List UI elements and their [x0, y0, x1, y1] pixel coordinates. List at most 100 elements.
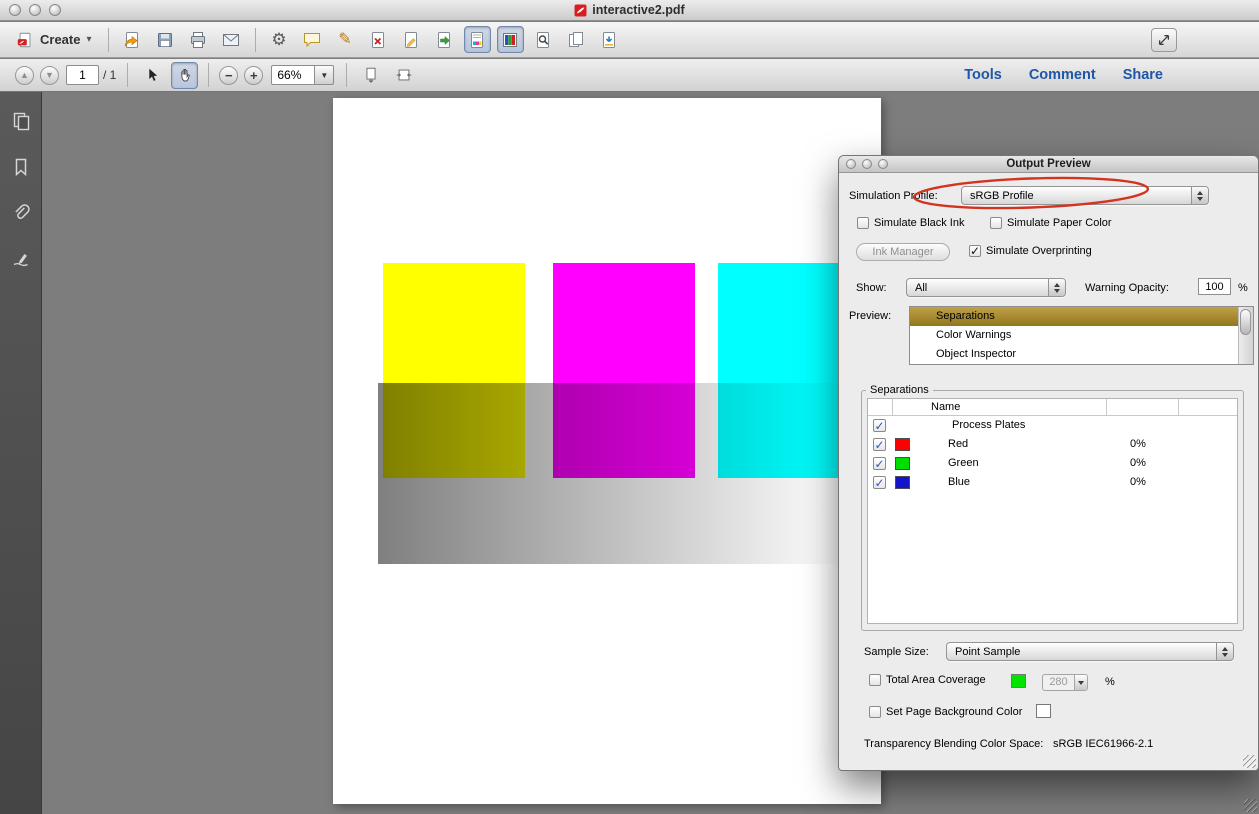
maximize-button[interactable] [49, 4, 61, 16]
separation-checkbox[interactable]: ✓ [873, 419, 886, 432]
dialog-maximize-button[interactable] [878, 159, 888, 169]
simulation-profile-select[interactable]: sRGB Profile [961, 186, 1209, 205]
blending-space-label: Transparency Blending Color Space: [864, 738, 1044, 750]
select-tool-icon[interactable] [138, 62, 165, 89]
separations-group: Separations Name ✓ Process Plates ✓ Red … [861, 384, 1244, 631]
tac-dropdown-icon [1074, 675, 1087, 690]
previous-page-button[interactable]: ▲ [15, 65, 34, 85]
preview-item-separations[interactable]: Separations [910, 307, 1253, 326]
tac-color-swatch[interactable] [1011, 674, 1026, 688]
toolbar-separator [208, 63, 210, 87]
separation-row-green[interactable]: ✓ Green 0% [868, 454, 1237, 473]
checkbox-box [869, 706, 881, 718]
fit-width-icon[interactable] [390, 62, 417, 89]
hand-tool-icon[interactable] [171, 61, 199, 89]
attachments-icon[interactable] [0, 196, 42, 230]
separation-row-red[interactable]: ✓ Red 0% [868, 435, 1237, 454]
tac-value: 280 [1049, 676, 1068, 688]
separation-row-blue[interactable]: ✓ Blue 0% [868, 473, 1237, 492]
window-titlebar: interactive2.pdf [0, 0, 1259, 21]
create-button[interactable]: Create ▾ [10, 28, 101, 52]
dialog-titlebar[interactable]: Output Preview [839, 156, 1258, 173]
signatures-icon[interactable] [0, 242, 42, 276]
total-area-coverage-checkbox[interactable]: Total Area Coverage [869, 674, 986, 686]
preview-label: Preview: [849, 310, 892, 322]
navigation-toolbar: ▲ ▼ / 1 − + 66% ▼ Tools Comment Share [0, 59, 1259, 92]
separation-row-process-plates[interactable]: ✓ Process Plates [868, 416, 1237, 435]
tools-link[interactable]: Tools [964, 67, 1002, 83]
close-button[interactable] [9, 4, 21, 16]
green-color-swatch [895, 457, 910, 470]
separation-value: 0% [1130, 438, 1146, 450]
preview-list-scrollbar[interactable] [1238, 307, 1253, 364]
next-page-button[interactable]: ▼ [40, 65, 59, 85]
separations-table-header: Name [868, 399, 1237, 416]
minimize-button[interactable] [29, 4, 41, 16]
print-production-icon[interactable] [463, 26, 491, 53]
copy-pages-icon[interactable] [563, 26, 590, 53]
print-icon[interactable] [185, 26, 212, 53]
simulate-black-ink-label: Simulate Black Ink [874, 217, 965, 229]
dialog-window-controls [839, 159, 888, 169]
simulate-black-ink-checkbox[interactable]: Simulate Black Ink [857, 217, 964, 229]
separation-value: 0% [1130, 457, 1146, 469]
preflight-search-icon[interactable] [530, 26, 557, 53]
document-filename: interactive2.pdf [592, 3, 685, 17]
open-file-icon[interactable] [119, 26, 146, 53]
zoom-out-button[interactable]: − [219, 65, 239, 85]
zoom-in-button[interactable]: + [244, 65, 264, 85]
window-resize-grip[interactable] [1244, 799, 1257, 812]
separation-value: 0% [1130, 476, 1146, 488]
expand-toolbar-icon[interactable] [1151, 27, 1177, 52]
comment-bubble-icon[interactable] [299, 26, 326, 53]
simulate-overprinting-label: Simulate Overprinting [986, 245, 1092, 257]
page-count-label: / 1 [103, 68, 117, 82]
separation-checkbox[interactable]: ✓ [873, 457, 886, 470]
ink-manager-button[interactable]: Ink Manager [856, 243, 950, 261]
zoom-level-value[interactable]: 66% [271, 65, 316, 85]
sample-size-select[interactable]: Point Sample [946, 642, 1234, 661]
gray-gradient-band [378, 383, 881, 564]
scroll-mode-icon[interactable] [357, 62, 384, 89]
page-delete-icon[interactable] [365, 26, 392, 53]
separations-table: Name ✓ Process Plates ✓ Red 0% ✓ Green 0… [867, 398, 1238, 624]
tac-unit: % [1105, 676, 1115, 688]
separation-checkbox[interactable]: ✓ [873, 476, 886, 489]
output-preview-icon[interactable] [496, 26, 524, 53]
warning-opacity-input[interactable] [1198, 278, 1231, 295]
page-background-color-swatch[interactable] [1036, 704, 1051, 718]
email-icon[interactable] [218, 26, 245, 53]
page-save-other-icon[interactable] [596, 26, 623, 53]
set-page-background-checkbox[interactable]: Set Page Background Color [869, 706, 1022, 718]
sign-pen-icon[interactable]: ✎ [332, 26, 359, 53]
acrobat-window: interactive2.pdf Create ▾ ⚙ ✎ ▲ ▼ 1 / 1 … [0, 0, 1259, 814]
page-export-icon[interactable] [431, 26, 458, 53]
window-controls [0, 4, 61, 16]
page-edit-icon[interactable] [398, 26, 425, 53]
bookmarks-icon[interactable] [0, 150, 42, 184]
total-area-coverage-label: Total Area Coverage [886, 674, 986, 686]
zoom-dropdown-button[interactable]: ▼ [315, 65, 335, 85]
save-icon[interactable] [152, 26, 179, 53]
tac-value-select[interactable]: 280 [1042, 674, 1088, 691]
dialog-resize-grip[interactable] [1243, 755, 1256, 768]
simulate-overprinting-checkbox[interactable]: ✓ Simulate Overprinting [969, 245, 1092, 257]
name-column-header: Name [931, 401, 961, 413]
page-number-input[interactable] [66, 65, 99, 85]
share-link[interactable]: Share [1123, 67, 1163, 83]
preview-list: Separations Color Warnings Object Inspec… [909, 306, 1254, 365]
separation-name: Red [948, 438, 969, 450]
separation-checkbox[interactable]: ✓ [873, 438, 886, 451]
preview-item-object-inspector[interactable]: Object Inspector [910, 345, 1253, 364]
toolbar-separator [127, 63, 129, 87]
dialog-minimize-button[interactable] [862, 159, 872, 169]
settings-gear-icon[interactable]: ⚙ [266, 26, 293, 53]
simulate-paper-color-checkbox[interactable]: Simulate Paper Color [990, 217, 1112, 229]
dialog-close-button[interactable] [846, 159, 856, 169]
scrollbar-thumb[interactable] [1240, 309, 1251, 335]
show-label: Show: [856, 282, 887, 294]
preview-item-color-warnings[interactable]: Color Warnings [910, 326, 1253, 345]
page-thumbnails-icon[interactable] [0, 104, 42, 138]
show-select[interactable]: All [906, 278, 1066, 297]
comment-link[interactable]: Comment [1029, 67, 1096, 83]
